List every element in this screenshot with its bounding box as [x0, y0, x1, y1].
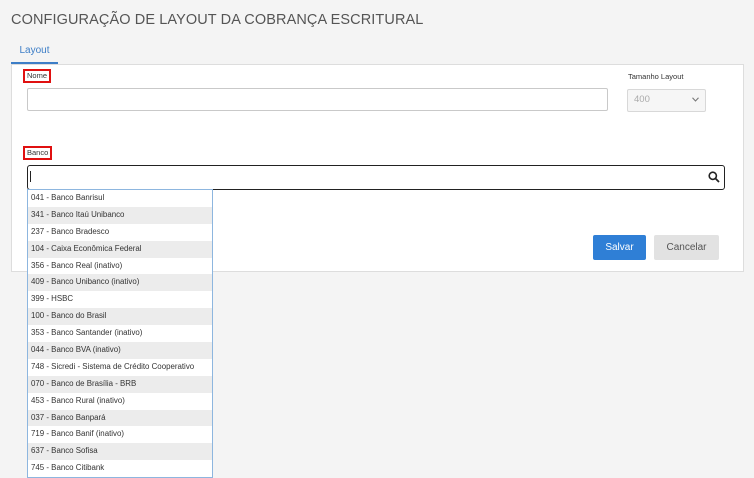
banco-option[interactable]: 453 - Banco Rural (inativo): [28, 393, 212, 410]
banco-option[interactable]: 399 - HSBC: [28, 291, 212, 308]
banco-option[interactable]: 044 - Banco BVA (inativo): [28, 342, 212, 359]
chevron-down-icon: [692, 97, 699, 102]
banco-search-input[interactable]: [27, 165, 725, 190]
banco-option[interactable]: 637 - Banco Sofisa: [28, 443, 212, 461]
search-icon[interactable]: [708, 171, 720, 183]
save-button[interactable]: Salvar: [593, 235, 646, 260]
banco-option[interactable]: 237 - Banco Bradesco: [28, 224, 212, 241]
banco-option[interactable]: 341 - Banco Itaú Unibanco: [28, 206, 212, 224]
banco-option[interactable]: 104 - Caixa Econômica Federal: [28, 240, 212, 258]
banco-dropdown-list: 041 - Banco Banrisul 341 - Banco Itaú Un…: [27, 189, 213, 478]
banco-option[interactable]: 356 - Banco Real (inativo): [28, 258, 212, 275]
banco-label: Banco: [23, 146, 53, 160]
text-cursor: [30, 171, 31, 182]
banco-option[interactable]: 409 - Banco Unibanco (inativo): [28, 274, 212, 292]
banco-option[interactable]: 745 - Banco Citibank: [28, 460, 212, 477]
banco-option[interactable]: 100 - Banco do Brasil: [28, 308, 212, 326]
page-title: CONFIGURAÇÃO DE LAYOUT DA COBRANÇA ESCRI…: [11, 12, 424, 28]
nome-input[interactable]: [27, 88, 608, 111]
tamanho-layout-select[interactable]: 400: [627, 89, 706, 112]
banco-option[interactable]: 353 - Banco Santander (inativo): [28, 325, 212, 342]
banco-option[interactable]: 748 - Sicredi - Sistema de Crédito Coope…: [28, 359, 212, 376]
banco-option[interactable]: 037 - Banco Banpará: [28, 409, 212, 427]
banco-option[interactable]: 070 - Banco de Brasília - BRB: [28, 375, 212, 393]
tamanho-layout-label: Tamanho Layout: [628, 72, 684, 81]
nome-label: Nome: [23, 69, 52, 83]
cancel-button[interactable]: Cancelar: [654, 235, 719, 260]
banco-option[interactable]: 041 - Banco Banrisul: [28, 190, 212, 207]
tab-bar: Layout: [11, 41, 743, 65]
tamanho-layout-value: 400: [634, 94, 650, 105]
banco-option[interactable]: 719 - Banco Banif (inativo): [28, 426, 212, 443]
tab-layout[interactable]: Layout: [11, 41, 58, 64]
